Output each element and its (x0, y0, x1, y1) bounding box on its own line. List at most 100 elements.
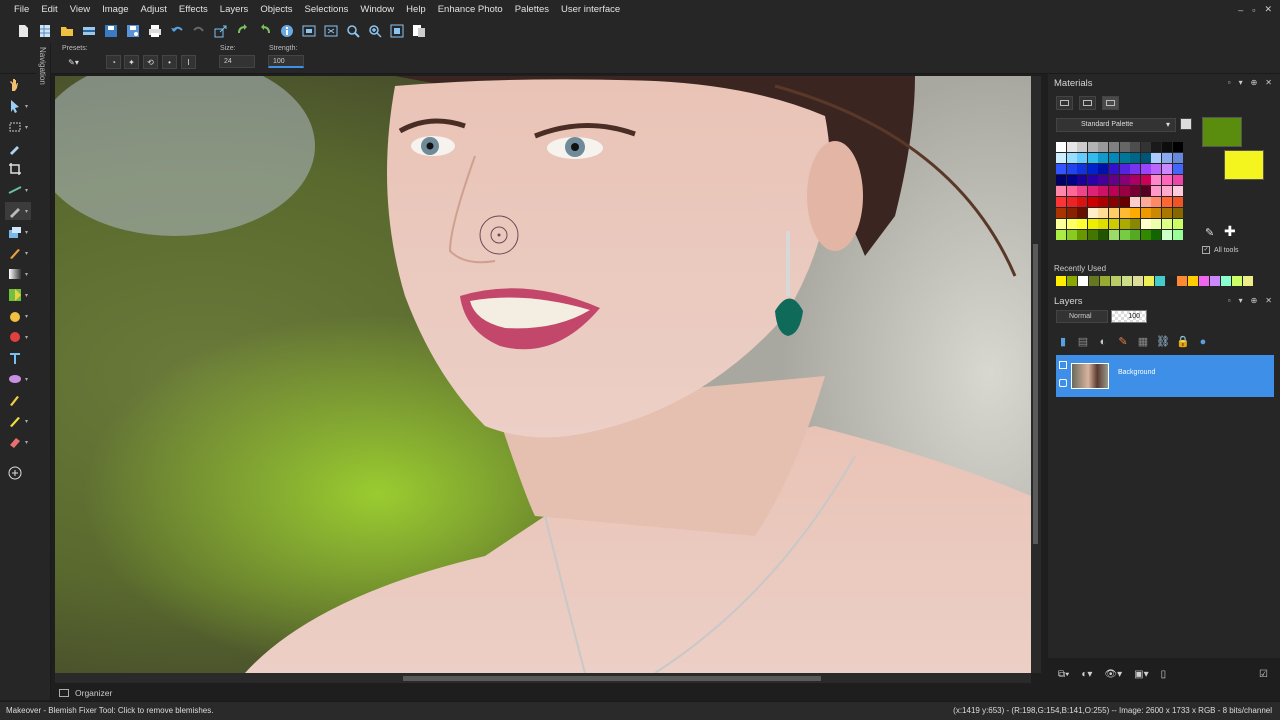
color-swatch[interactable] (1119, 218, 1130, 229)
color-swatch[interactable] (1087, 185, 1098, 196)
blend-mode-select[interactable]: Normal (1056, 310, 1108, 323)
new-layer-icon[interactable]: ⧉▾ (1058, 669, 1069, 680)
color-swatch[interactable] (1119, 196, 1130, 207)
color-swatch[interactable] (1161, 185, 1172, 196)
color-swatch[interactable] (1098, 163, 1109, 174)
link-layer-icon[interactable]: ⛓ (1156, 335, 1170, 348)
color-swatch[interactable] (1172, 196, 1183, 207)
eraser-tool[interactable]: ▾ (5, 433, 31, 451)
color-swatch[interactable] (1140, 196, 1151, 207)
color-swatch[interactable] (1140, 163, 1151, 174)
properties-icon[interactable]: ☑ (1259, 669, 1268, 680)
color-swatch[interactable] (1161, 218, 1172, 229)
menu-image[interactable]: Image (96, 0, 134, 19)
text-tool[interactable] (5, 349, 31, 367)
redo-icon[interactable] (188, 21, 210, 41)
color-swatch[interactable] (1077, 229, 1088, 240)
color-swatch[interactable] (1087, 207, 1098, 218)
add-tools-button[interactable] (5, 464, 31, 482)
lock-layer-icon[interactable]: 🔒 (1176, 335, 1190, 348)
color-swatch[interactable] (1151, 185, 1162, 196)
gradient-tool[interactable]: ▾ (5, 265, 31, 283)
color-swatch[interactable] (1098, 152, 1109, 163)
recent-color-swatch[interactable] (1067, 276, 1077, 286)
undo-icon[interactable] (166, 21, 188, 41)
color-swatch[interactable] (1098, 174, 1109, 185)
color-swatch[interactable] (1077, 152, 1088, 163)
tab-rainbow[interactable] (1079, 96, 1096, 110)
add-swatch-icon[interactable]: ✚ (1224, 223, 1236, 240)
close-button[interactable]: ✕ (1264, 4, 1272, 15)
color-swatch[interactable] (1087, 218, 1098, 229)
paint-brush-tool[interactable]: ▾ (5, 244, 31, 262)
foreground-color[interactable] (1202, 117, 1242, 147)
color-swatch[interactable] (1140, 174, 1151, 185)
rotate-left-icon[interactable] (232, 21, 254, 41)
rotate-right-icon[interactable] (254, 21, 276, 41)
save-as-icon[interactable] (122, 21, 144, 41)
straighten-tool[interactable]: ▾ (5, 181, 31, 199)
zoom-fit-icon[interactable] (298, 21, 320, 41)
makeover-tool[interactable]: ▾ (5, 202, 31, 220)
color-swatch[interactable] (1108, 196, 1119, 207)
color-swatch[interactable] (1066, 185, 1077, 196)
save-icon[interactable] (100, 21, 122, 41)
color-swatch[interactable] (1077, 185, 1088, 196)
color-swatch[interactable] (1161, 163, 1172, 174)
recent-color-swatch[interactable] (1188, 276, 1198, 286)
menu-adjust[interactable]: Adjust (135, 0, 173, 19)
resize-icon[interactable] (210, 21, 232, 41)
color-swatch[interactable] (1108, 218, 1119, 229)
layer-effects-icon[interactable]: ✎ (1116, 335, 1130, 348)
color-swatch[interactable] (1066, 218, 1077, 229)
close-icon[interactable]: ✕ (1265, 296, 1272, 305)
color-swatch[interactable] (1130, 185, 1141, 196)
color-swatch[interactable] (1077, 218, 1088, 229)
color-swatch[interactable] (1140, 229, 1151, 240)
workspace-icon[interactable] (408, 21, 430, 41)
recent-color-swatch[interactable] (1133, 276, 1143, 286)
color-swatch[interactable] (1066, 142, 1077, 152)
color-swatch[interactable] (1151, 207, 1162, 218)
background-color[interactable] (1224, 150, 1264, 180)
print-icon[interactable] (144, 21, 166, 41)
color-swatch[interactable] (1056, 174, 1066, 185)
color-swatch[interactable] (1140, 185, 1151, 196)
color-swatch[interactable] (1161, 229, 1172, 240)
color-swatch[interactable] (1151, 163, 1162, 174)
all-tools-checkbox[interactable]: ✓ All tools (1202, 246, 1239, 254)
recent-color-swatch[interactable] (1056, 276, 1066, 286)
strength-input[interactable]: 100 (268, 55, 304, 68)
color-swatch[interactable] (1098, 207, 1109, 218)
color-swatch[interactable] (1077, 163, 1088, 174)
vertical-scrollbar[interactable] (1031, 76, 1041, 673)
color-swatch[interactable] (1066, 229, 1077, 240)
preset-picker-icon[interactable]: ✎▾ (66, 55, 81, 69)
color-swatch[interactable] (1087, 229, 1098, 240)
recent-color-swatch[interactable] (1089, 276, 1099, 286)
recent-color-swatch[interactable] (1111, 276, 1121, 286)
recent-color-swatch[interactable] (1199, 276, 1209, 286)
color-swatch[interactable] (1056, 207, 1066, 218)
color-swatch[interactable] (1108, 142, 1119, 152)
color-swatch[interactable] (1140, 152, 1151, 163)
color-swatch[interactable] (1066, 196, 1077, 207)
menu-palettes[interactable]: Palettes (509, 0, 555, 19)
color-swatch[interactable] (1140, 207, 1151, 218)
open-folder-icon[interactable] (56, 21, 78, 41)
recent-color-swatch[interactable] (1122, 276, 1132, 286)
pin-icon[interactable]: ⊕ (1251, 296, 1258, 305)
pan-tool[interactable] (5, 76, 31, 94)
zoom-out-icon[interactable] (342, 21, 364, 41)
color-swatch[interactable] (1108, 163, 1119, 174)
menu-file[interactable]: File (0, 0, 35, 19)
color-swatch[interactable] (1172, 218, 1183, 229)
restore-button[interactable]: ▫ (1252, 5, 1255, 15)
style-picker-icon[interactable]: ✎ (1205, 226, 1214, 239)
recent-color-swatch[interactable] (1177, 276, 1187, 286)
size-input[interactable]: 24 (219, 55, 255, 68)
color-swatch[interactable] (1140, 142, 1151, 152)
merge-icon[interactable]: ▣▾ (1134, 669, 1148, 680)
color-swatch[interactable] (1161, 152, 1172, 163)
color-swatch[interactable] (1119, 185, 1130, 196)
